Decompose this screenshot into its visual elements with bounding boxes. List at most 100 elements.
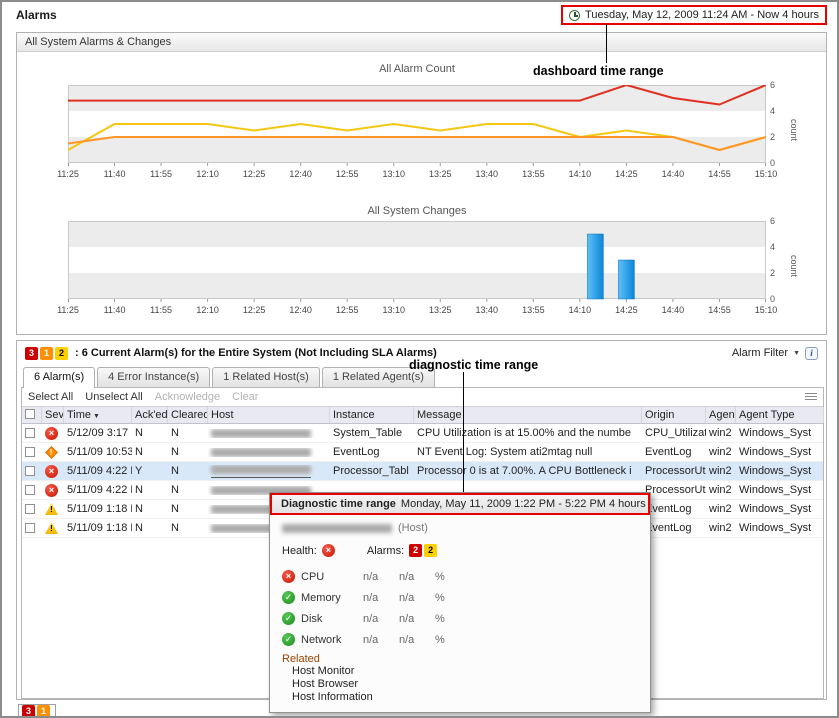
- related-label: Related: [282, 653, 638, 665]
- related-link-host-information[interactable]: Host Information: [292, 691, 638, 704]
- table-row[interactable]: ×5/11/09 4:22 PYNProcessor_TablProcessor…: [22, 462, 823, 481]
- host-type-label: (Host): [398, 522, 428, 534]
- column-header-ack-ed[interactable]: Ack'ed: [132, 407, 168, 423]
- ok-icon: ✓: [282, 633, 295, 646]
- host-cell: [208, 465, 330, 478]
- row-checkbox[interactable]: [25, 485, 35, 495]
- y-axis-label: 0: [770, 158, 775, 168]
- column-header-origin[interactable]: Origin: [642, 407, 706, 423]
- column-header-time[interactable]: Time▼: [64, 407, 132, 423]
- x-axis-label: 14:55: [702, 305, 736, 315]
- metric-unit: %: [435, 613, 445, 625]
- y-axis-label: 6: [770, 80, 775, 90]
- tab-6-alarm-s[interactable]: 6 Alarm(s): [23, 367, 95, 388]
- agent-cell: win2: [706, 522, 736, 534]
- alarm-count-x-axis: 11:2511:4011:5512:1012:2512:4012:5513:10…: [68, 169, 766, 181]
- column-header-agen[interactable]: Agen: [706, 407, 736, 423]
- diagnostic-time-range-header: Diagnostic time range Monday, May 11, 20…: [270, 493, 650, 515]
- row-checkbox[interactable]: [25, 447, 35, 457]
- row-checkbox[interactable]: [25, 466, 35, 476]
- x-axis-label: 12:40: [284, 305, 318, 315]
- error-icon: ×: [45, 484, 58, 497]
- metric-value: n/a: [399, 613, 429, 625]
- x-axis-label: 13:55: [516, 169, 550, 179]
- error-icon: ×: [282, 570, 295, 583]
- panel-header: All System Alarms & Changes: [17, 33, 826, 52]
- x-axis-label: 12:25: [237, 305, 271, 315]
- row-checkbox[interactable]: [25, 504, 35, 514]
- select-all-column: [22, 407, 42, 423]
- table-toolbar: Select AllUnselect AllAcknowledgeClear: [22, 388, 823, 406]
- related-link-host-monitor[interactable]: Host Monitor: [292, 665, 638, 678]
- ok-icon: ✓: [282, 612, 295, 625]
- cleared-cell: N: [168, 446, 208, 458]
- column-header-sev[interactable]: Sev: [42, 407, 64, 423]
- column-header-instance[interactable]: Instance: [330, 407, 414, 423]
- metric-row: ✓Diskn/an/a%: [282, 608, 638, 629]
- ok-icon: ✓: [282, 591, 295, 604]
- row-checkbox[interactable]: [25, 428, 35, 438]
- agent-type-cell: Windows_Syst: [736, 503, 824, 515]
- metric-unit: %: [435, 634, 445, 646]
- host-name-blurred: [211, 448, 311, 457]
- x-axis-label: 11:25: [51, 169, 85, 179]
- metric-value: n/a: [363, 592, 393, 604]
- table-row[interactable]: !5/11/09 10:53NNEventLogNT Event Log: Sy…: [22, 443, 823, 462]
- warning-icon: !: [45, 522, 58, 534]
- agent-type-cell: Windows_Syst: [736, 446, 824, 458]
- column-header-agent-type[interactable]: Agent Type: [736, 407, 824, 423]
- acknowledge-button: Acknowledge: [155, 388, 220, 406]
- instance-cell: EventLog: [330, 446, 414, 458]
- metric-row: ✓Memoryn/an/a%: [282, 587, 638, 608]
- x-axis-label: 12:10: [191, 169, 225, 179]
- metric-unit: %: [435, 592, 445, 604]
- metric-unit: %: [435, 571, 445, 583]
- table-row[interactable]: ×5/12/09 3:17 PNNSystem_TableCPU Utiliza…: [22, 424, 823, 443]
- select-all-checkbox[interactable]: [25, 409, 35, 419]
- host-cell: [208, 429, 330, 438]
- table-options-icon[interactable]: [805, 393, 817, 402]
- y-axis-label: 4: [770, 242, 775, 252]
- unselect-all-button[interactable]: Unselect All: [85, 388, 142, 406]
- agent-type-cell: Windows_Syst: [736, 484, 824, 496]
- critical-icon-mark: !: [48, 448, 55, 456]
- tab-1-related-host-s[interactable]: 1 Related Host(s): [212, 367, 320, 387]
- column-header-host[interactable]: Host: [208, 407, 330, 423]
- select-all-button[interactable]: Select All: [28, 388, 73, 406]
- acked-cell: Y: [132, 465, 168, 477]
- x-axis-label: 15:10: [749, 169, 783, 179]
- column-header-message[interactable]: Message: [414, 407, 642, 423]
- x-axis-label: 14:40: [656, 305, 690, 315]
- row-checkbox[interactable]: [25, 523, 35, 533]
- metric-row: ✓Networkn/an/a%: [282, 629, 638, 650]
- row-checkbox-cell: [22, 485, 42, 495]
- x-axis-label: 13:10: [377, 169, 411, 179]
- tab-4-error-instance-s[interactable]: 4 Error Instance(s): [97, 367, 210, 387]
- dashboard-time-range-selector[interactable]: Tuesday, May 12, 2009 11:24 AM - Now 4 h…: [561, 5, 827, 25]
- instance-cell: System_Table: [330, 427, 414, 439]
- host-name-blurred: [211, 465, 311, 474]
- info-icon[interactable]: i: [805, 347, 818, 360]
- system-changes-chart-title: All System Changes: [68, 205, 766, 217]
- host-link[interactable]: [211, 465, 311, 478]
- annotation-line-dashboard: [606, 24, 607, 63]
- x-axis-label: 11:55: [144, 169, 178, 179]
- system-changes-chart: [68, 221, 766, 303]
- status-alarm-counts: 31: [18, 704, 56, 718]
- health-label: Health:: [282, 545, 317, 557]
- y-axis-label: 0: [770, 294, 775, 304]
- column-header-cleared[interactable]: Cleared: [168, 407, 208, 423]
- chevron-down-icon[interactable]: ▼: [793, 350, 800, 357]
- row-checkbox-cell: [22, 428, 42, 438]
- status-badges: 31: [22, 705, 52, 718]
- metric-row: ×CPUn/an/a%: [282, 566, 638, 587]
- table-header: SevTime▼Ack'edClearedHostInstanceMessage…: [22, 406, 823, 424]
- agent-cell: win2: [706, 427, 736, 439]
- related-link-host-browser[interactable]: Host Browser: [292, 678, 638, 691]
- host-name-blurred: [211, 429, 311, 438]
- host-cell: [208, 448, 330, 457]
- alarm-filter-button[interactable]: Alarm Filter: [732, 347, 788, 359]
- severity-cell: !: [42, 503, 64, 515]
- host-name-blurred: [282, 524, 392, 533]
- time-range-label: Tuesday, May 12, 2009 11:24 AM - Now 4 h…: [585, 9, 819, 21]
